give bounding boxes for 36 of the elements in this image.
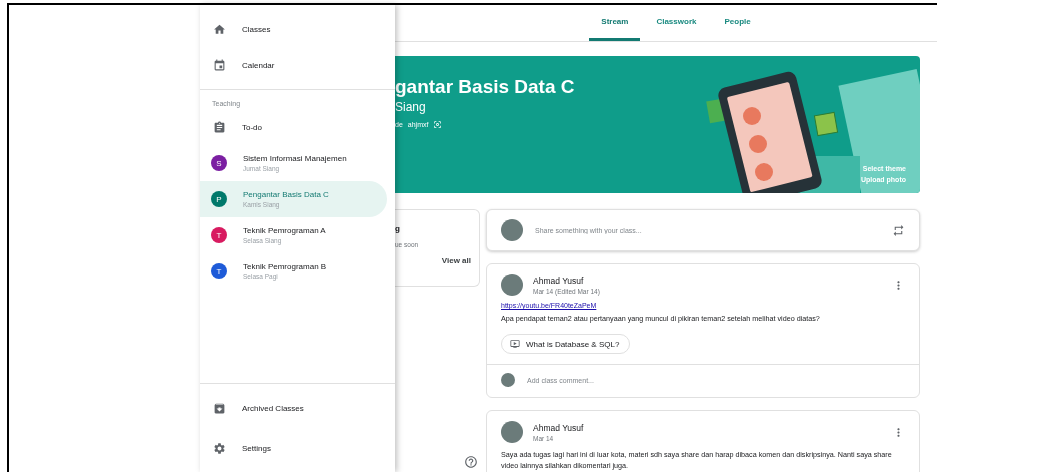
home-icon xyxy=(212,22,226,36)
view-all-button[interactable]: View all xyxy=(441,256,471,265)
repost-icon[interactable] xyxy=(892,223,905,237)
tab[interactable]: People xyxy=(712,5,763,41)
video-icon xyxy=(510,339,520,350)
settings-icon xyxy=(212,441,226,455)
avatar xyxy=(501,421,523,444)
fullscreen-icon[interactable] xyxy=(433,120,443,129)
class-name: Teknik Pemrograman B xyxy=(243,262,327,271)
class-initial-icon: T xyxy=(211,263,227,279)
tab[interactable]: Classwork xyxy=(644,5,709,41)
class-name: Sistem Informasi Manajemen xyxy=(243,154,347,163)
author-name: Ahmad Yusuf xyxy=(533,275,585,286)
class-initial-icon: P xyxy=(211,191,227,207)
class-initial-icon: T xyxy=(211,227,227,243)
drawer-item[interactable]: Settings xyxy=(200,430,387,466)
attachment-chip[interactable]: What is Database & SQL? xyxy=(501,334,631,355)
class-name: Teknik Pemrograman A xyxy=(243,226,326,235)
avatar xyxy=(501,373,515,388)
drawer-item[interactable]: Archived Classes xyxy=(200,390,387,426)
drawer-item[interactable]: To-do xyxy=(200,109,387,145)
card-title: g xyxy=(395,224,401,233)
avatar xyxy=(501,274,523,296)
calendar-icon xyxy=(212,58,226,72)
avatar xyxy=(501,219,523,241)
help-icon[interactable] xyxy=(464,455,478,469)
archive-icon xyxy=(212,401,226,415)
class-subtitle: Siang xyxy=(395,100,427,114)
tab[interactable]: Stream xyxy=(589,5,641,41)
class-title: gantar Basis Data C xyxy=(395,76,576,98)
drawer-item[interactable]: Classes xyxy=(200,11,387,47)
class-name: Pengantar Basis Data C xyxy=(243,190,329,199)
clipboard-icon xyxy=(212,120,226,134)
drawer-item[interactable]: Calendar xyxy=(200,47,387,83)
author-name: Ahmad Yusuf xyxy=(533,422,585,433)
class-initial-icon: S xyxy=(211,155,227,171)
